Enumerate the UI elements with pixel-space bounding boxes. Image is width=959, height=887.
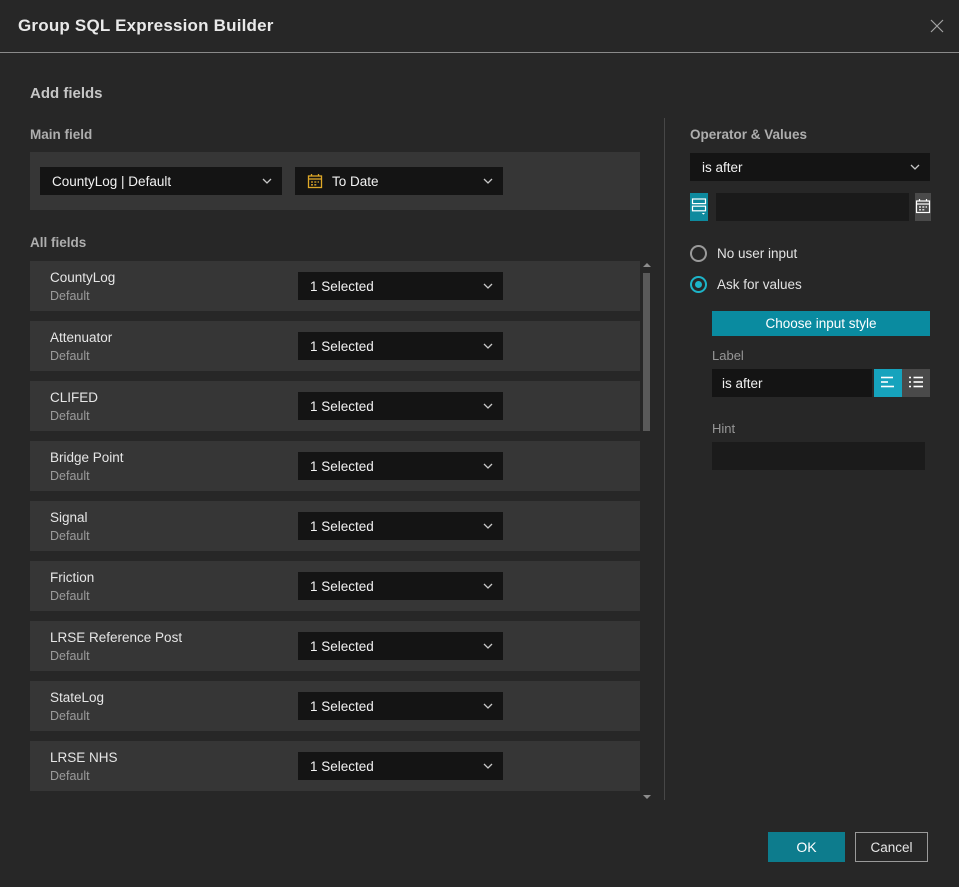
chevron-down-icon — [262, 178, 272, 184]
calendar-picker-button[interactable] — [915, 193, 931, 221]
field-selection-dropdown[interactable]: 1 Selected — [298, 332, 503, 360]
radio-ask-for-values[interactable]: Ask for values — [690, 276, 930, 293]
calendar-icon — [307, 173, 323, 189]
list-scrollbar — [642, 261, 651, 801]
field-row-countylog: CountyLog Default 1 Selected — [30, 261, 640, 311]
field-selection-value: 1 Selected — [310, 278, 374, 294]
operator-values-panel: Operator & Values is after No user input… — [690, 127, 931, 470]
group-sql-expression-builder-dialog: { "titlebar": { "title": "Group SQL Expr… — [0, 0, 959, 887]
radio-circle — [690, 245, 707, 262]
field-selection-value: 1 Selected — [310, 518, 374, 534]
all-fields-list: CountyLog Default 1 Selected Attenuator … — [30, 261, 640, 801]
radio-circle — [690, 276, 707, 293]
radio-label: Ask for values — [717, 277, 802, 292]
scrollbar-thumb[interactable] — [643, 273, 650, 431]
field-selection-value: 1 Selected — [310, 578, 374, 594]
list-style-toggle[interactable] — [902, 369, 930, 397]
field-row-statelog: StateLog Default 1 Selected — [30, 681, 640, 731]
add-fields-heading: Add fields — [30, 85, 103, 102]
date-type-select-value: To Date — [332, 173, 379, 189]
title-bar: Group SQL Expression Builder — [0, 0, 959, 53]
field-row-attenuator: Attenuator Default 1 Selected — [30, 321, 640, 371]
field-row-lrse-reference-post: LRSE Reference Post Default 1 Selected — [30, 621, 640, 671]
chevron-down-icon — [483, 463, 493, 469]
field-selection-dropdown[interactable]: 1 Selected — [298, 572, 503, 600]
single-value-style-toggle[interactable] — [874, 369, 902, 397]
scroll-up-arrow[interactable] — [643, 263, 651, 267]
chevron-down-icon — [483, 523, 493, 529]
stacked-fields-icon — [690, 196, 708, 218]
field-selection-dropdown[interactable]: 1 Selected — [298, 452, 503, 480]
chevron-down-icon — [910, 164, 920, 170]
main-field-select[interactable]: CountyLog | Default — [40, 167, 282, 195]
field-selection-value: 1 Selected — [310, 398, 374, 414]
align-left-icon — [880, 375, 896, 392]
scroll-down-arrow[interactable] — [643, 795, 651, 799]
chevron-down-icon — [483, 283, 493, 289]
field-selection-dropdown[interactable]: 1 Selected — [298, 272, 503, 300]
close-icon — [928, 19, 946, 38]
ok-button[interactable]: OK — [768, 832, 845, 862]
dialog-footer: OK Cancel — [768, 832, 928, 862]
radio-no-user-input[interactable]: No user input — [690, 245, 930, 262]
hint-input[interactable] — [712, 442, 925, 470]
bulleted-list-icon — [908, 375, 924, 392]
label-field-label: Label — [712, 348, 744, 363]
close-button[interactable] — [928, 17, 946, 35]
operator-select[interactable]: is after — [690, 153, 930, 181]
field-row-clifed: CLIFED Default 1 Selected — [30, 381, 640, 431]
field-selection-value: 1 Selected — [310, 698, 374, 714]
input-style-toggle-group — [874, 369, 930, 397]
field-selection-dropdown[interactable]: 1 Selected — [298, 752, 503, 780]
main-field-select-value: CountyLog | Default — [52, 173, 172, 189]
field-selection-value: 1 Selected — [310, 638, 374, 654]
dialog-title: Group SQL Expression Builder — [18, 16, 274, 35]
field-selection-dropdown[interactable]: 1 Selected — [298, 392, 503, 420]
value-input[interactable] — [716, 193, 909, 221]
chevron-down-icon — [483, 763, 493, 769]
field-selection-value: 1 Selected — [310, 758, 374, 774]
chevron-down-icon — [483, 403, 493, 409]
stacked-fields-button[interactable] — [690, 193, 708, 221]
field-selection-dropdown[interactable]: 1 Selected — [298, 632, 503, 660]
field-selection-value: 1 Selected — [310, 338, 374, 354]
cancel-button[interactable]: Cancel — [855, 832, 928, 862]
label-input[interactable] — [712, 369, 872, 397]
all-fields-label: All fields — [30, 235, 87, 250]
choose-input-style-button[interactable]: Choose input style — [712, 311, 930, 336]
chevron-down-icon — [483, 643, 493, 649]
chevron-down-icon — [483, 703, 493, 709]
chevron-down-icon — [483, 343, 493, 349]
field-selection-dropdown[interactable]: 1 Selected — [298, 512, 503, 540]
field-row-friction: Friction Default 1 Selected — [30, 561, 640, 611]
field-row-lrse-nhs: LRSE NHS Default 1 Selected — [30, 741, 640, 791]
field-selection-value: 1 Selected — [310, 458, 374, 474]
calendar-icon — [915, 198, 931, 217]
field-selection-dropdown[interactable]: 1 Selected — [298, 692, 503, 720]
field-row-bridge-point: Bridge Point Default 1 Selected — [30, 441, 640, 491]
operator-select-value: is after — [702, 159, 743, 175]
radio-label: No user input — [717, 246, 798, 261]
value-input-row — [690, 193, 931, 221]
hint-field-label: Hint — [712, 421, 736, 436]
main-field-box: CountyLog | Default To Date — [30, 152, 640, 210]
chevron-down-icon — [483, 583, 493, 589]
chevron-down-icon — [483, 178, 493, 184]
field-row-signal: Signal Default 1 Selected — [30, 501, 640, 551]
operator-values-heading: Operator & Values — [690, 127, 808, 142]
panel-divider — [664, 118, 665, 800]
main-field-label: Main field — [30, 127, 93, 142]
label-input-row — [712, 369, 930, 397]
date-type-select[interactable]: To Date — [295, 167, 503, 195]
